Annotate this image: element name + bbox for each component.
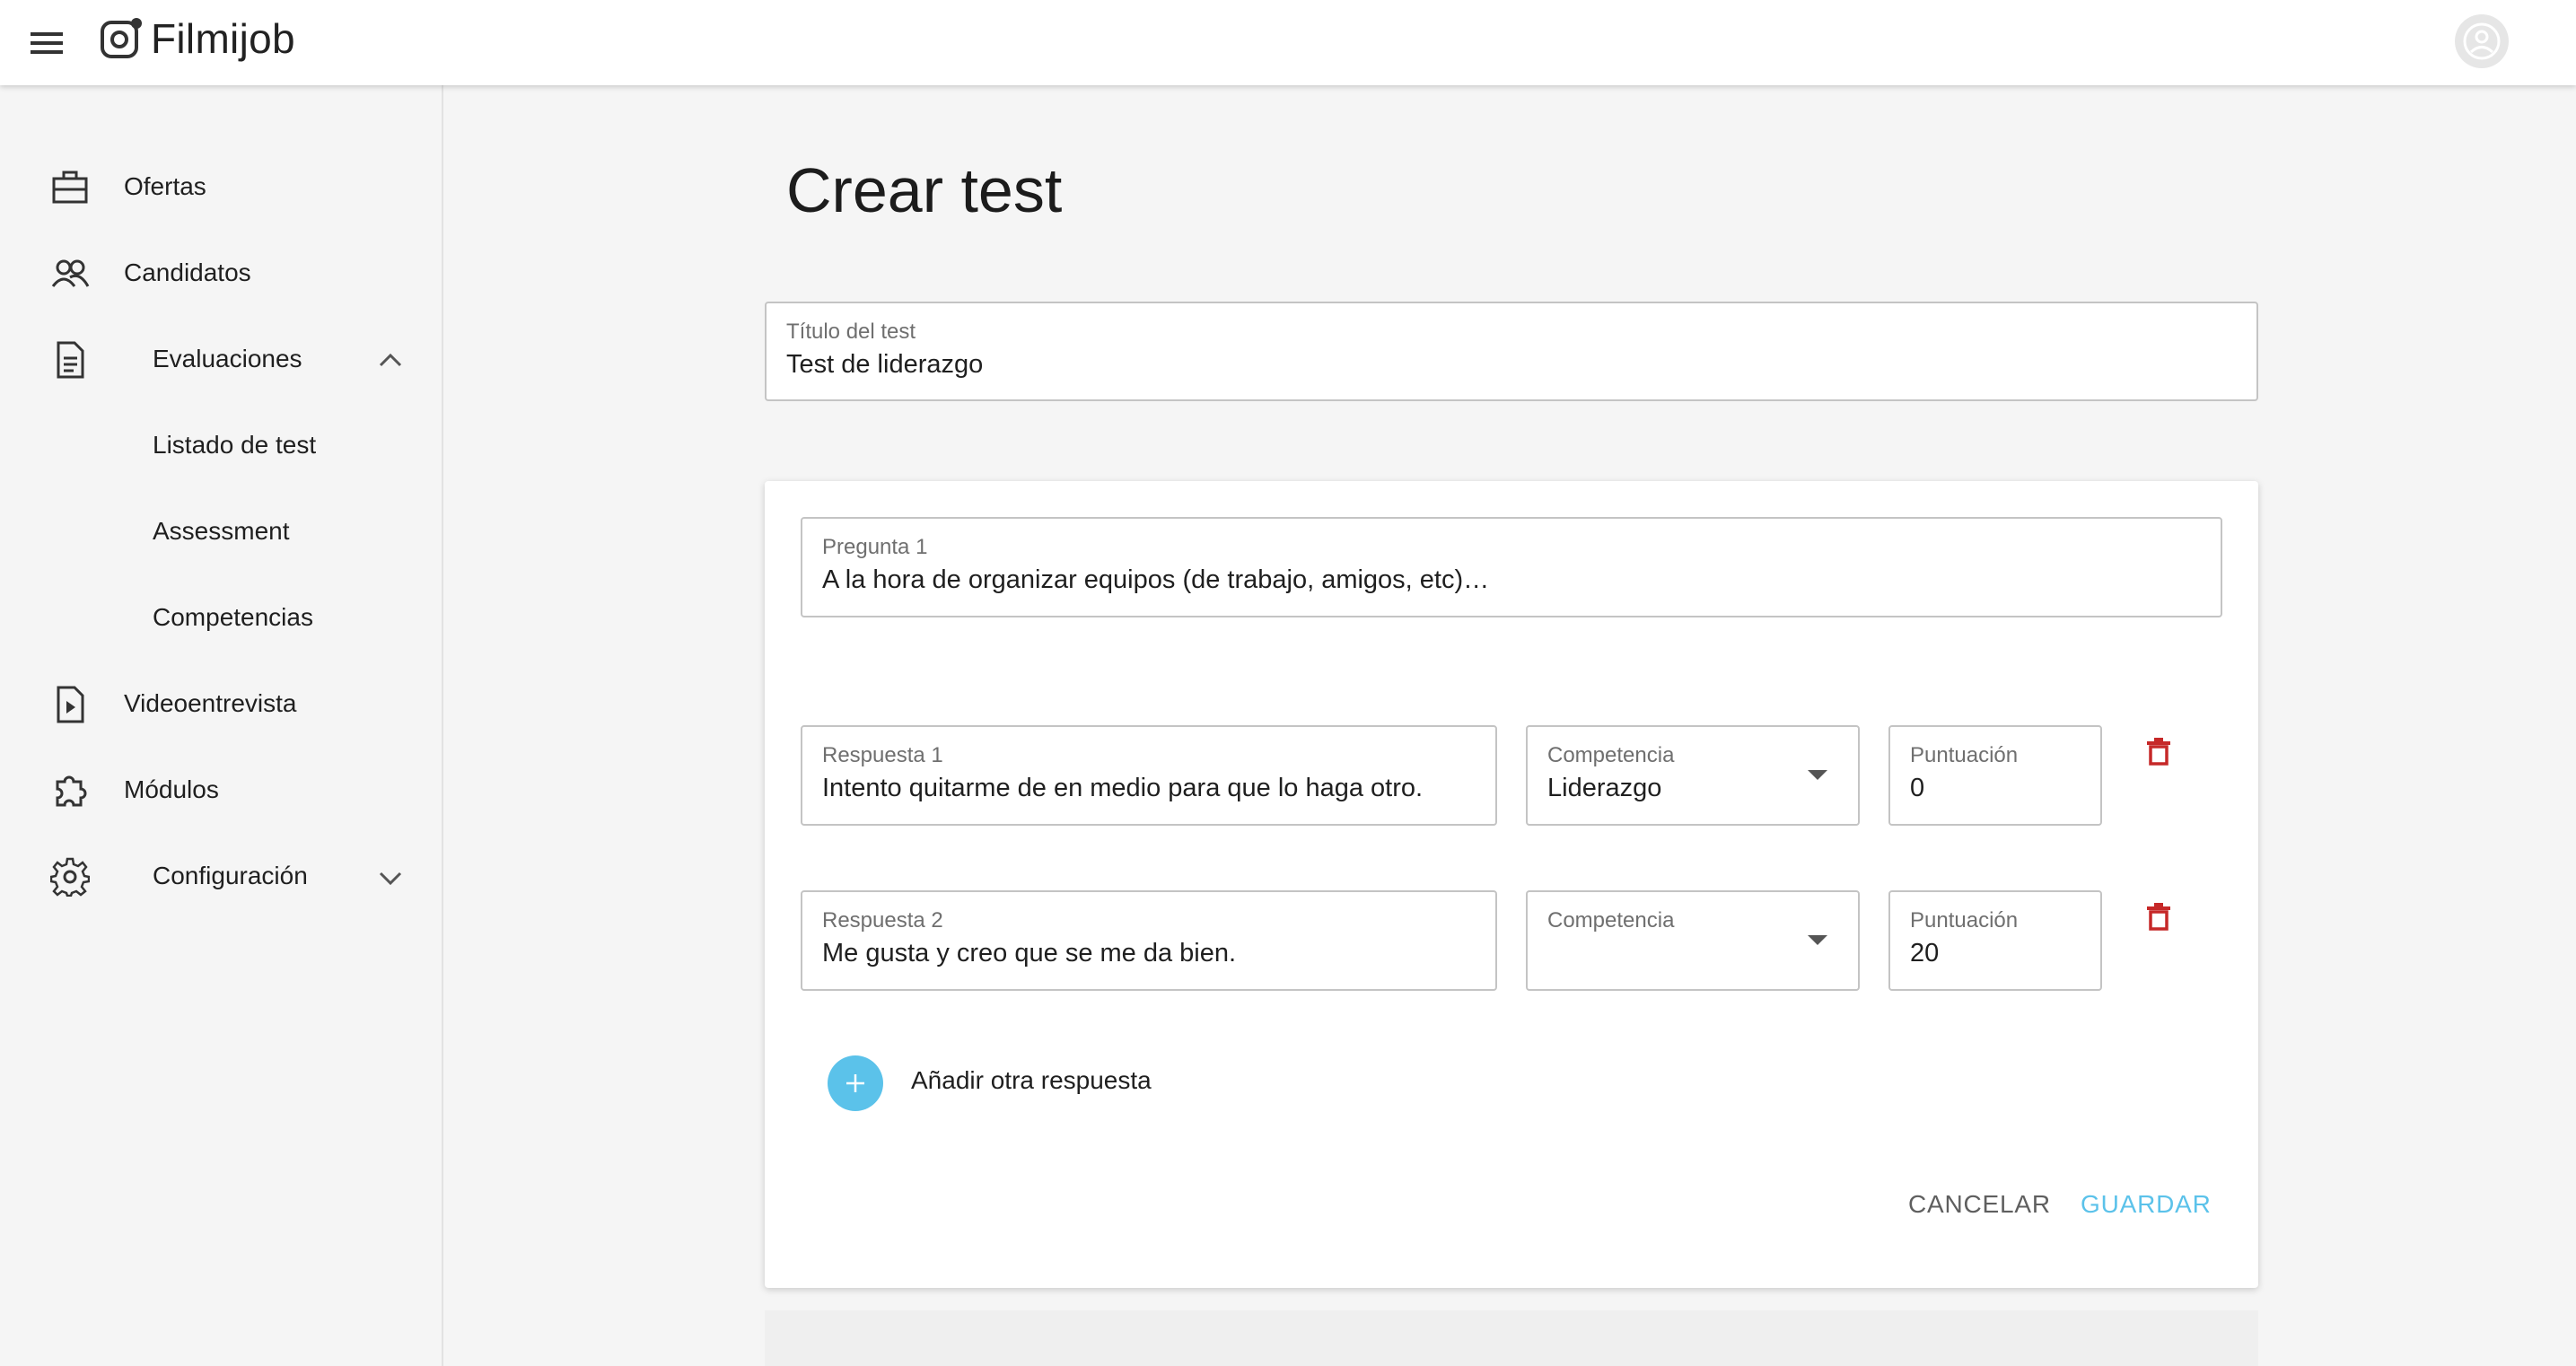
sidebar-item-label: Assessment [153, 517, 290, 545]
document-icon [57, 341, 84, 379]
answer-2-score-field[interactable]: Puntuación 20 [1888, 890, 2102, 991]
test-title-label: Título del test [786, 320, 916, 344]
delete-answer-2-icon[interactable] [2145, 901, 2172, 932]
answer-value: Intento quitarme de en medio para que lo… [822, 774, 1424, 802]
question-value: A la hora de organizar equipos (de traba… [822, 565, 1490, 594]
gear-icon [50, 857, 90, 897]
app-logo[interactable]: Filmijob [99, 7, 295, 70]
sidebar-item-label: Competencias [153, 603, 313, 631]
sidebar-item-competencias[interactable]: Competencias [0, 586, 442, 649]
answer-label: Respuesta 1 [822, 743, 943, 767]
top-app-bar: Filmijob [0, 0, 2576, 85]
next-card-edge [765, 1310, 2258, 1366]
app-name: Filmijob [151, 15, 295, 62]
add-answer-button[interactable] [828, 1055, 883, 1111]
question-field[interactable]: Pregunta 1 A la hora de organizar equipo… [801, 517, 2222, 617]
answer-1-field[interactable]: Respuesta 1 Intento quitarme de en medio… [801, 725, 1497, 826]
answer-2-field[interactable]: Respuesta 2 Me gusta y creo que se me da… [801, 890, 1497, 991]
hamburger-menu-icon[interactable] [27, 23, 66, 63]
answer-label: Respuesta 2 [822, 908, 943, 933]
video-file-icon [57, 686, 84, 723]
answer-1-competencia-select[interactable]: Competencia Liderazgo [1526, 725, 1860, 826]
answer-value: Me gusta y creo que se me da bien. [822, 939, 1237, 968]
sidebar-item-label: Videoentrevista [124, 689, 297, 717]
dropdown-arrow-icon [1808, 770, 1827, 780]
sidebar-item-ofertas[interactable]: Ofertas [0, 155, 442, 218]
page-title: Crear test [786, 155, 1063, 225]
people-icon [51, 259, 90, 287]
score-value: 20 [1910, 939, 1940, 968]
save-button[interactable]: GUARDAR [2081, 1190, 2212, 1219]
competencia-label: Competencia [1547, 743, 1675, 767]
answer-2-competencia-select[interactable]: Competencia [1526, 890, 1860, 991]
sidebar-item-label: Candidatos [124, 258, 251, 286]
camera-logo-icon [101, 18, 142, 58]
sidebar-item-label: Listado de test [153, 431, 317, 459]
test-title-field[interactable]: Título del test Test de liderazgo [765, 302, 2258, 401]
add-answer-label[interactable]: Añadir otra respuesta [911, 1066, 1152, 1095]
sidebar-item-modulos[interactable]: Módulos [0, 758, 442, 821]
competencia-label: Competencia [1547, 908, 1675, 933]
sidebar-item-videoentrevista[interactable]: Videoentrevista [0, 672, 442, 735]
sidebar-item-listado-de-test[interactable]: Listado de test [0, 414, 442, 477]
sidebar-item-evaluaciones[interactable]: Evaluaciones [0, 328, 442, 390]
sidebar-item-assessment[interactable]: Assessment [0, 500, 442, 563]
plus-icon [846, 1074, 864, 1092]
briefcase-icon [52, 171, 88, 204]
cancel-button[interactable]: CANCELAR [1908, 1190, 2051, 1219]
dropdown-arrow-icon [1808, 935, 1827, 945]
puzzle-icon [56, 775, 87, 807]
competencia-value: Liderazgo [1547, 774, 1662, 802]
sidebar-nav: Ofertas Candidatos Evaluaciones Listado … [0, 85, 443, 1366]
sidebar-item-label: Evaluaciones [153, 345, 302, 372]
sidebar-item-label: Ofertas [124, 172, 206, 200]
score-value: 0 [1910, 774, 1925, 802]
sidebar-item-label: Configuración [153, 862, 308, 889]
answer-1-score-field[interactable]: Puntuación 0 [1888, 725, 2102, 826]
question-label: Pregunta 1 [822, 535, 928, 559]
test-title-value: Test de liderazgo [786, 350, 984, 379]
delete-answer-1-icon[interactable] [2145, 736, 2172, 766]
score-label: Puntuación [1910, 743, 2019, 767]
score-label: Puntuación [1910, 908, 2019, 933]
sidebar-item-configuracion[interactable]: Configuración [0, 845, 442, 907]
chevron-down-icon[interactable] [375, 863, 406, 893]
sidebar-item-candidatos[interactable]: Candidatos [0, 241, 442, 304]
sidebar-item-label: Módulos [124, 775, 219, 803]
user-avatar-icon[interactable] [2454, 13, 2510, 69]
chevron-up-icon[interactable] [375, 346, 406, 376]
